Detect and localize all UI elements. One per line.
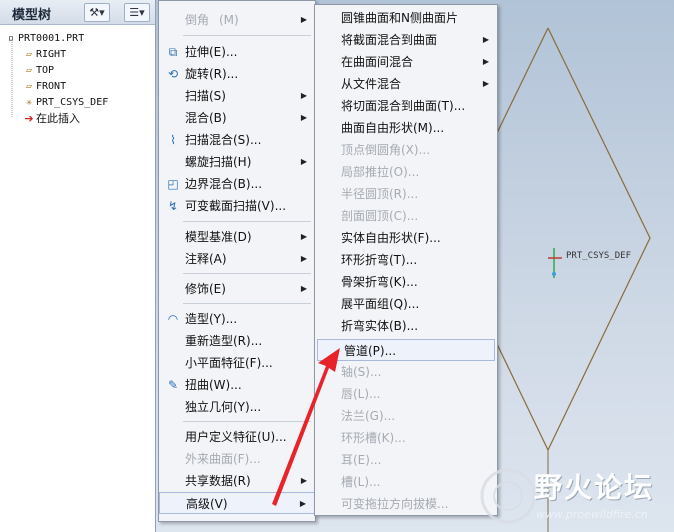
submenu-variable-pull-draft[interactable]: 可变拖拉方向拔模...	[315, 493, 497, 515]
submenu-tangent-to-surface[interactable]: 将切面混合到曲面(T)...	[315, 95, 497, 117]
advanced-submenu: 圆锥曲面和N侧曲面片 将截面混合到曲面 ▶ 在曲面间混合 ▶ 从文件混合 ▶ 将切面混…	[314, 4, 498, 516]
warp-icon: ✎	[167, 378, 179, 392]
menu-item-chamfer[interactable]: 倒角 (M) ▶	[159, 9, 315, 31]
tree-connector-lines	[11, 40, 13, 118]
boundary-blend-icon: ◰	[167, 177, 179, 191]
submenu-toroidal-bend[interactable]: 环形折弯(T)...	[315, 249, 497, 271]
model-tree-header: 模型树 ⚒▾ ☰▾	[0, 0, 155, 25]
menu-item-facet-feature[interactable]: 小平面特征(F)...	[159, 352, 315, 374]
tree-node-label: 在此插入	[36, 112, 80, 125]
tree-node-label: FRONT	[36, 81, 67, 92]
watermark-logo-icon	[480, 468, 536, 524]
submenu-ear[interactable]: 耳(E)...	[315, 449, 497, 471]
submenu-local-push[interactable]: 局部推拉(O)...	[315, 161, 497, 183]
menu-item-cosmetic[interactable]: 修饰(E) ▶	[159, 278, 315, 300]
tree-node-label: PRT_CSYS_DEF	[36, 97, 109, 108]
menu-item-warp[interactable]: ✎ 扭曲(W)...	[159, 374, 315, 396]
menu-item-shared-data[interactable]: 共享数据(R) ▶	[159, 470, 315, 492]
tree-node-insert-here[interactable]: ➔ 在此插入	[22, 111, 80, 127]
submenu-neck[interactable]: 环形槽(K)...	[315, 427, 497, 449]
menu-item-extrude[interactable]: ⧉ 拉伸(E)...	[159, 41, 315, 63]
menu-item-blend[interactable]: 混合(B) ▶	[159, 107, 315, 129]
swept-blend-icon: ⌇	[170, 133, 176, 147]
submenu-conic-nsided[interactable]: 圆锥曲面和N侧曲面片	[315, 7, 497, 29]
forum-watermark: 野火论坛 www.proewildfire.cn	[478, 460, 674, 532]
submenu-shaft[interactable]: 轴(S)...	[315, 361, 497, 383]
submenu-section-dome[interactable]: 剖面圆顶(C)...	[315, 205, 497, 227]
submenu-spinal-bend[interactable]: 骨架折弯(K)...	[315, 271, 497, 293]
csys-glyph	[548, 248, 564, 278]
tree-node-label: TOP	[36, 65, 55, 76]
submenu-surface-free-form[interactable]: 曲面自由形状(M)...	[315, 117, 497, 139]
submenu-slot[interactable]: 槽(L)...	[315, 471, 497, 493]
revolve-icon: ⟲	[167, 67, 179, 81]
model-tree-title: 模型树	[12, 8, 52, 23]
tree-node-label: RIGHT	[36, 49, 67, 60]
menu-item-annotation[interactable]: 注释(A) ▶	[159, 248, 315, 270]
menu-item-var-section-sweep[interactable]: ↯ 可变截面扫描(V)...	[159, 195, 315, 217]
submenu-flange[interactable]: 法兰(G)...	[315, 405, 497, 427]
model-tree-panel: 模型树 ⚒▾ ☰▾ ▫ PRT0001.PRT ▱ RIGHT ▱ TOP ▱ FRON…	[0, 0, 156, 532]
submenu-lip[interactable]: 唇(L)...	[315, 383, 497, 405]
watermark-url: www.proewildfire.cn	[536, 508, 648, 521]
submenu-flatten-quilt[interactable]: 展平面组(Q)...	[315, 293, 497, 315]
menu-item-revolve[interactable]: ⟲ 旋转(R)...	[159, 63, 315, 85]
submenu-blend-from-file[interactable]: 从文件混合 ▶	[315, 73, 497, 95]
menu-item-advanced[interactable]: 高级(V) ▶	[159, 492, 315, 514]
menu-item-model-datum[interactable]: 模型基准(D) ▶	[159, 226, 315, 248]
menu-item-restyle[interactable]: 重新造型(R)...	[159, 330, 315, 352]
menu-item-udf[interactable]: 用户定义特征(U)...	[159, 426, 315, 448]
menu-item-foreign-surface[interactable]: 外来曲面(F)...	[159, 448, 315, 470]
menu-item-sweep[interactable]: 扫描(S) ▶	[159, 85, 315, 107]
submenu-solid-free-form[interactable]: 实体自由形状(F)...	[315, 227, 497, 249]
tree-filter-button[interactable]: ☰▾	[124, 3, 150, 22]
tree-node-csys[interactable]: ✳ PRT_CSYS_DEF	[22, 95, 108, 111]
menu-item-helical-sweep[interactable]: 螺旋扫描(H) ▶	[159, 151, 315, 173]
style-icon: ◠	[167, 312, 179, 326]
submenu-radius-dome[interactable]: 半径圆顶(R)...	[315, 183, 497, 205]
submenu-bend-solid[interactable]: 折弯实体(B)...	[315, 315, 497, 337]
submenu-pipe[interactable]: 管道(P)...	[317, 339, 495, 361]
submenu-blend-between-surfaces[interactable]: 在曲面间混合 ▶	[315, 51, 497, 73]
menu-item-independent-geometry[interactable]: 独立几何(Y)...	[159, 396, 315, 418]
menu-item-style[interactable]: ◠ 造型(Y)...	[159, 308, 315, 330]
submenu-section-to-surfaces[interactable]: 将截面混合到曲面 ▶	[315, 29, 497, 51]
extrude-icon: ⧉	[168, 45, 178, 59]
var-sweep-icon: ↯	[167, 199, 179, 213]
menu-item-swept-blend[interactable]: ⌇ 扫描混合(S)...	[159, 129, 315, 151]
tree-settings-button[interactable]: ⚒▾	[84, 3, 110, 22]
csys-label: PRT_CSYS_DEF	[566, 251, 632, 261]
insert-menu: 倒角 (M) ▶ ⧉ 拉伸(E)... ⟲ 旋转(R)... 扫描(S) ▶ 混合(B) ▶…	[158, 0, 316, 522]
menu-item-boundary-blend[interactable]: ◰ 边界混合(B)...	[159, 173, 315, 195]
watermark-title: 野火论坛	[534, 471, 655, 504]
submenu-vertex-round[interactable]: 顶点倒圆角(X)...	[315, 139, 497, 161]
